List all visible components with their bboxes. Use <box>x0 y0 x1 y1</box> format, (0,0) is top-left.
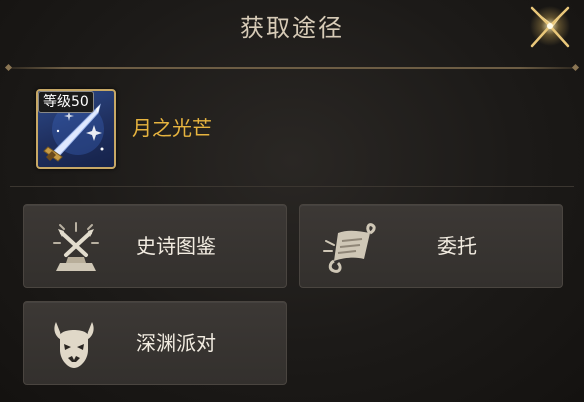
title-divider <box>8 67 576 69</box>
item-name: 月之光芒 <box>132 116 212 140</box>
source-button-epic-codex[interactable]: 史诗图鉴 <box>23 204 287 288</box>
source-label-commission: 委托 <box>437 234 477 258</box>
abyss-demon-icon <box>54 322 94 368</box>
item-level-badge: 等级50 <box>38 91 94 113</box>
source-label-abyss-party: 深渊派对 <box>136 331 216 355</box>
commission-scroll-icon <box>323 223 376 273</box>
epic-codex-icon <box>53 222 99 271</box>
source-label-epic-codex: 史诗图鉴 <box>136 234 216 258</box>
source-button-commission[interactable]: 委托 <box>299 204 563 288</box>
section-divider <box>10 186 574 187</box>
acquisition-dialog: 获取途径 等级50 月之光芒 史诗图鉴 委托 深渊派对 <box>0 0 584 402</box>
source-button-abyss-party[interactable]: 深渊派对 <box>23 301 287 385</box>
item-slot[interactable]: 等级50 <box>36 89 116 169</box>
close-button[interactable] <box>522 2 578 54</box>
dialog-title: 获取途径 <box>240 14 344 42</box>
close-icon <box>530 6 570 48</box>
